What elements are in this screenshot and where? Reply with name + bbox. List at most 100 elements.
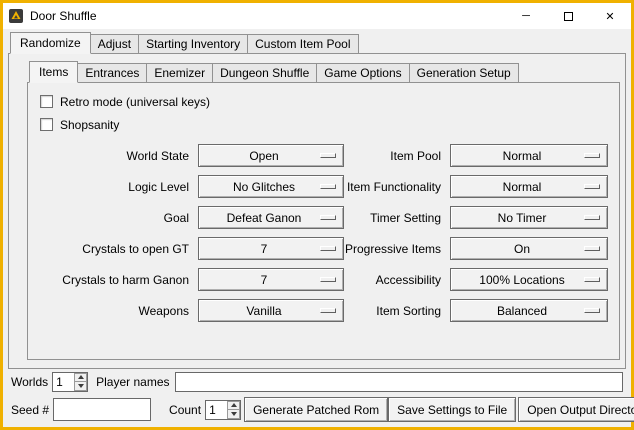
timer-setting-value: No Timer — [498, 211, 561, 225]
seed-label: Seed # — [11, 403, 49, 417]
count-increment-button[interactable] — [227, 401, 240, 411]
tab-generation-setup[interactable]: Generation Setup — [409, 63, 519, 82]
tab-entrances-label: Entrances — [85, 66, 139, 80]
item-pool-label: Item Pool — [344, 149, 450, 163]
minimize-icon: ─ — [522, 10, 530, 22]
item-pool-dropdown[interactable]: Normal — [450, 144, 608, 167]
accessibility-dropdown[interactable]: 100% Locations — [450, 268, 608, 291]
shopsanity-label: Shopsanity — [60, 118, 119, 132]
tab-custom-item-pool[interactable]: Custom Item Pool — [247, 34, 358, 53]
dropdown-indicator-icon — [584, 277, 600, 282]
randomize-pane: Items Entrances Enemizer Dungeon Shuffle… — [8, 53, 626, 369]
player-names-input[interactable] — [175, 372, 624, 392]
progressive-items-dropdown[interactable]: On — [450, 237, 608, 260]
tab-dungeon-shuffle[interactable]: Dungeon Shuffle — [212, 63, 317, 82]
settings-notebook: Items Entrances Enemizer Dungeon Shuffle… — [27, 61, 620, 360]
tab-randomize-label: Randomize — [20, 36, 81, 50]
accessibility-value: 100% Locations — [479, 273, 578, 287]
accessibility-label: Accessibility — [344, 273, 450, 287]
generate-patched-rom-button[interactable]: Generate Patched Rom — [244, 397, 388, 422]
logic-level-label: Logic Level — [38, 180, 198, 194]
item-sorting-label: Item Sorting — [344, 304, 450, 318]
player-names-label: Player names — [96, 375, 169, 389]
world-state-label: World State — [38, 149, 198, 163]
item-sorting-dropdown[interactable]: Balanced — [450, 299, 608, 322]
crystals-open-gt-label: Crystals to open GT — [38, 242, 198, 256]
tab-dungeon-shuffle-label: Dungeon Shuffle — [220, 66, 309, 80]
worlds-decrement-button[interactable] — [74, 382, 87, 391]
count-spinbox — [205, 400, 241, 420]
retro-mode-checkbox[interactable] — [40, 95, 53, 108]
tab-items-label: Items — [39, 65, 68, 79]
dropdown-indicator-icon — [320, 277, 336, 282]
goal-dropdown[interactable]: Defeat Ganon — [198, 206, 344, 229]
app-icon — [8, 8, 24, 24]
option-row: Crystals to harm Ganon 7 Accessibility 1… — [38, 264, 619, 295]
options-grid: World State Open Item Pool Normal — [38, 140, 619, 326]
goal-value: Defeat Ganon — [227, 211, 316, 225]
dropdown-indicator-icon — [320, 184, 336, 189]
close-button[interactable]: ✕ — [589, 3, 631, 29]
item-functionality-dropdown[interactable]: Normal — [450, 175, 608, 198]
option-row: Weapons Vanilla Item Sorting Balanced — [38, 295, 619, 326]
minimize-button[interactable]: ─ — [505, 3, 547, 29]
world-state-value: Open — [249, 149, 292, 163]
tab-enemizer-label: Enemizer — [154, 66, 205, 80]
tab-starting-inventory-label: Starting Inventory — [146, 37, 240, 51]
tab-adjust-label: Adjust — [98, 37, 131, 51]
option-row: World State Open Item Pool Normal — [38, 140, 619, 171]
title-bar[interactable]: Door Shuffle ─ ✕ — [3, 3, 631, 29]
dropdown-indicator-icon — [320, 215, 336, 220]
weapons-label: Weapons — [38, 304, 198, 318]
option-row: Crystals to open GT 7 Progressive Items … — [38, 233, 619, 264]
close-icon: ✕ — [605, 10, 614, 23]
tab-entrances[interactable]: Entrances — [77, 63, 147, 82]
save-settings-button[interactable]: Save Settings to File — [388, 397, 516, 422]
dropdown-indicator-icon — [584, 215, 600, 220]
tab-items[interactable]: Items — [29, 61, 78, 83]
logic-level-value: No Glitches — [233, 180, 309, 194]
item-functionality-label: Item Functionality — [344, 180, 450, 194]
tab-generation-setup-label: Generation Setup — [417, 66, 511, 80]
timer-setting-dropdown[interactable]: No Timer — [450, 206, 608, 229]
retro-mode-label: Retro mode (universal keys) — [60, 95, 210, 109]
option-row: Logic Level No Glitches Item Functionali… — [38, 171, 619, 202]
count-label: Count — [169, 403, 201, 417]
items-pane: Retro mode (universal keys) Shopsanity W… — [27, 82, 620, 360]
world-state-dropdown[interactable]: Open — [198, 144, 344, 167]
open-output-directory-button[interactable]: Open Output Directory — [518, 397, 634, 422]
caption-buttons: ─ ✕ — [505, 3, 631, 29]
main-tab-bar: Randomize Adjust Starting Inventory Cust… — [8, 32, 626, 53]
client-area: Randomize Adjust Starting Inventory Cust… — [3, 29, 631, 427]
weapons-value: Vanilla — [246, 304, 295, 318]
crystals-harm-ganon-value: 7 — [261, 273, 282, 287]
option-row: Goal Defeat Ganon Timer Setting No Timer — [38, 202, 619, 233]
maximize-button[interactable] — [547, 3, 589, 29]
worlds-input[interactable] — [53, 373, 74, 391]
weapons-dropdown[interactable]: Vanilla — [198, 299, 344, 322]
count-decrement-button[interactable] — [227, 410, 240, 419]
worlds-label: Worlds — [11, 375, 48, 389]
worlds-increment-button[interactable] — [74, 373, 87, 383]
seed-input[interactable] — [53, 398, 151, 421]
dropdown-indicator-icon — [584, 308, 600, 313]
crystals-harm-ganon-dropdown[interactable]: 7 — [198, 268, 344, 291]
worlds-spinbox — [52, 372, 88, 392]
logic-level-dropdown[interactable]: No Glitches — [198, 175, 344, 198]
shopsanity-row: Shopsanity — [40, 113, 619, 136]
goal-label: Goal — [38, 211, 198, 225]
tab-adjust[interactable]: Adjust — [90, 34, 139, 53]
tab-starting-inventory[interactable]: Starting Inventory — [138, 34, 248, 53]
item-functionality-value: Normal — [503, 180, 556, 194]
arrow-up-icon — [78, 375, 84, 379]
sub-tab-bar: Items Entrances Enemizer Dungeon Shuffle… — [27, 61, 620, 82]
tab-enemizer[interactable]: Enemizer — [146, 63, 213, 82]
crystals-open-gt-dropdown[interactable]: 7 — [198, 237, 344, 260]
tab-game-options-label: Game Options — [324, 66, 401, 80]
tab-randomize[interactable]: Randomize — [10, 32, 91, 54]
tab-game-options[interactable]: Game Options — [316, 63, 409, 82]
shopsanity-checkbox[interactable] — [40, 118, 53, 131]
footer: Worlds Player names Seed # Count — [11, 371, 623, 422]
count-input[interactable] — [206, 401, 227, 419]
crystals-harm-ganon-label: Crystals to harm Ganon — [38, 273, 198, 287]
